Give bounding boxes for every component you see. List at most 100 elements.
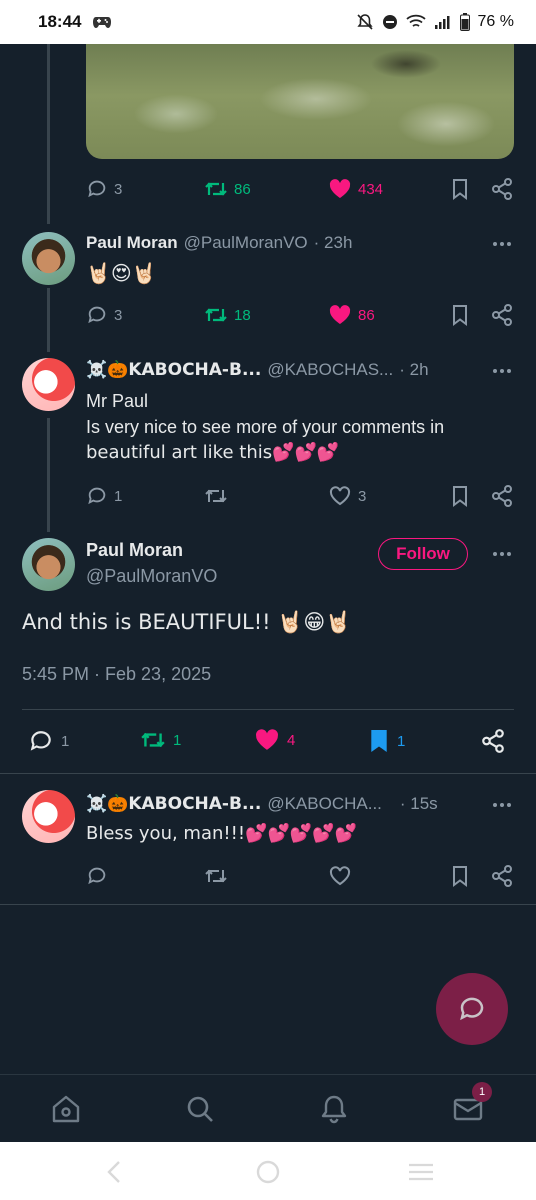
reply-button[interactable]: 3 (86, 304, 122, 326)
like-count: 86 (358, 306, 375, 324)
bookmark-icon (371, 730, 387, 752)
bookmark-icon (453, 486, 467, 507)
reply-icon (30, 731, 51, 751)
repost-count: 86 (234, 180, 251, 198)
share-icon (492, 865, 512, 887)
repost-icon (205, 182, 227, 196)
bookmark-icon (453, 866, 467, 887)
like-icon (329, 305, 351, 324)
reply-icon (88, 487, 106, 505)
more-icon[interactable] (490, 361, 514, 381)
author-handle[interactable]: @PaulMoranVO (184, 233, 308, 253)
post-text: And this is BEAUTIFUL!! 🤘🏻😁🤘🏻 (22, 610, 352, 634)
repost-icon (205, 869, 227, 883)
post-text: Bless you, man!!!💕💕💕💕💕 (86, 823, 358, 844)
system-nav-bar (0, 1142, 536, 1200)
bookmark-button[interactable]: 1 (368, 728, 405, 754)
reply-count: 3 (114, 180, 123, 198)
gamepad-icon (93, 15, 112, 29)
compose-icon (460, 997, 484, 1021)
bookmark-button[interactable] (450, 178, 470, 200)
bookmark-icon (453, 179, 467, 200)
author-handle[interactable]: @PaulMoranVO (86, 566, 217, 587)
share-button[interactable] (490, 303, 514, 327)
reply-icon (88, 867, 106, 885)
like-count: 3 (358, 487, 367, 505)
author-name[interactable]: Paul Moran (86, 540, 183, 561)
share-icon (492, 485, 512, 507)
more-icon[interactable] (490, 544, 514, 564)
like-button[interactable]: 4 (254, 728, 295, 752)
author-name[interactable]: ☠️🎃KABOCHA-B... (86, 360, 261, 380)
reply-icon (88, 180, 106, 198)
like-button[interactable]: 434 (328, 178, 383, 200)
repost-button[interactable]: 18 (204, 304, 251, 326)
back-nav-button[interactable] (104, 1160, 124, 1184)
home-tab[interactable] (50, 1093, 82, 1125)
reply-button[interactable] (86, 865, 108, 887)
post-actions (86, 861, 516, 891)
like-icon (256, 729, 279, 750)
thread-line (47, 288, 50, 352)
avatar[interactable] (22, 790, 75, 843)
avatar[interactable] (22, 538, 75, 591)
messages-badge: 1 (472, 1082, 492, 1102)
reply-count: 3 (114, 306, 123, 324)
post-header: Paul Moran @PaulMoranVO · 23h (86, 233, 352, 253)
author-handle[interactable]: @KABOCHAS... (267, 360, 393, 380)
repost-button[interactable]: 86 (204, 178, 251, 200)
compose-reply-button[interactable] (436, 973, 508, 1045)
search-tab[interactable] (184, 1093, 216, 1125)
share-button[interactable] (490, 484, 514, 508)
like-icon (329, 866, 351, 886)
reply-button[interactable]: 3 (86, 178, 122, 200)
share-button[interactable] (480, 728, 506, 754)
divider (22, 709, 514, 710)
repost-icon (205, 308, 227, 322)
repost-button[interactable]: 1 (140, 728, 181, 752)
post-actions: 3 18 86 (86, 300, 516, 330)
share-button[interactable] (490, 864, 514, 888)
post-time: · 15s (399, 794, 438, 813)
like-button[interactable] (328, 865, 352, 887)
post-text-line: beautiful art like this💕💕💕 (86, 442, 340, 463)
search-icon (187, 1096, 213, 1122)
author-handle[interactable]: @KABOCHA... (267, 794, 382, 814)
like-count: 434 (358, 180, 384, 198)
author-name[interactable]: Paul Moran (86, 233, 178, 253)
more-icon[interactable] (490, 234, 514, 254)
reply-count: 1 (114, 487, 123, 505)
bookmark-button[interactable] (450, 485, 470, 507)
dnd-icon (382, 14, 398, 30)
share-button[interactable] (490, 177, 514, 201)
back-icon (107, 1161, 120, 1183)
share-icon (492, 178, 512, 200)
reply-button[interactable]: 1 (86, 485, 122, 507)
bookmark-button[interactable] (450, 865, 470, 887)
post-text: Mr Paul Is very nice to see more of your… (86, 388, 506, 466)
like-button[interactable]: 3 (328, 485, 366, 507)
post-text-line: Is very nice to see more of your comment… (86, 417, 445, 437)
reply-button[interactable]: 1 (28, 728, 69, 754)
notifications-icon (321, 1095, 347, 1124)
repost-icon (141, 732, 165, 748)
like-button[interactable]: 86 (328, 304, 375, 326)
more-icon[interactable] (490, 795, 514, 815)
recents-nav-button[interactable] (408, 1162, 434, 1182)
avatar[interactable] (22, 232, 75, 285)
notifications-tab[interactable] (318, 1093, 350, 1125)
post-header: ☠️🎃KABOCHA-B... @KABOCHAS... · 2h (86, 360, 429, 380)
avatar[interactable] (22, 358, 75, 411)
post-media-image[interactable] (86, 44, 514, 159)
repost-button[interactable] (204, 865, 228, 887)
battery-icon (459, 13, 470, 31)
bookmark-icon (453, 305, 467, 326)
status-bar: 18:44 76 % (0, 0, 536, 44)
post-timestamp: 5:45 PM · Feb 23, 2025 (22, 664, 212, 684)
bookmark-button[interactable] (450, 304, 470, 326)
home-nav-button[interactable] (256, 1160, 280, 1184)
follow-button[interactable]: Follow (378, 538, 468, 570)
wifi-icon (405, 14, 426, 30)
author-name[interactable]: ☠️🎃KABOCHA-B... (86, 794, 261, 814)
repost-button[interactable] (204, 485, 228, 507)
